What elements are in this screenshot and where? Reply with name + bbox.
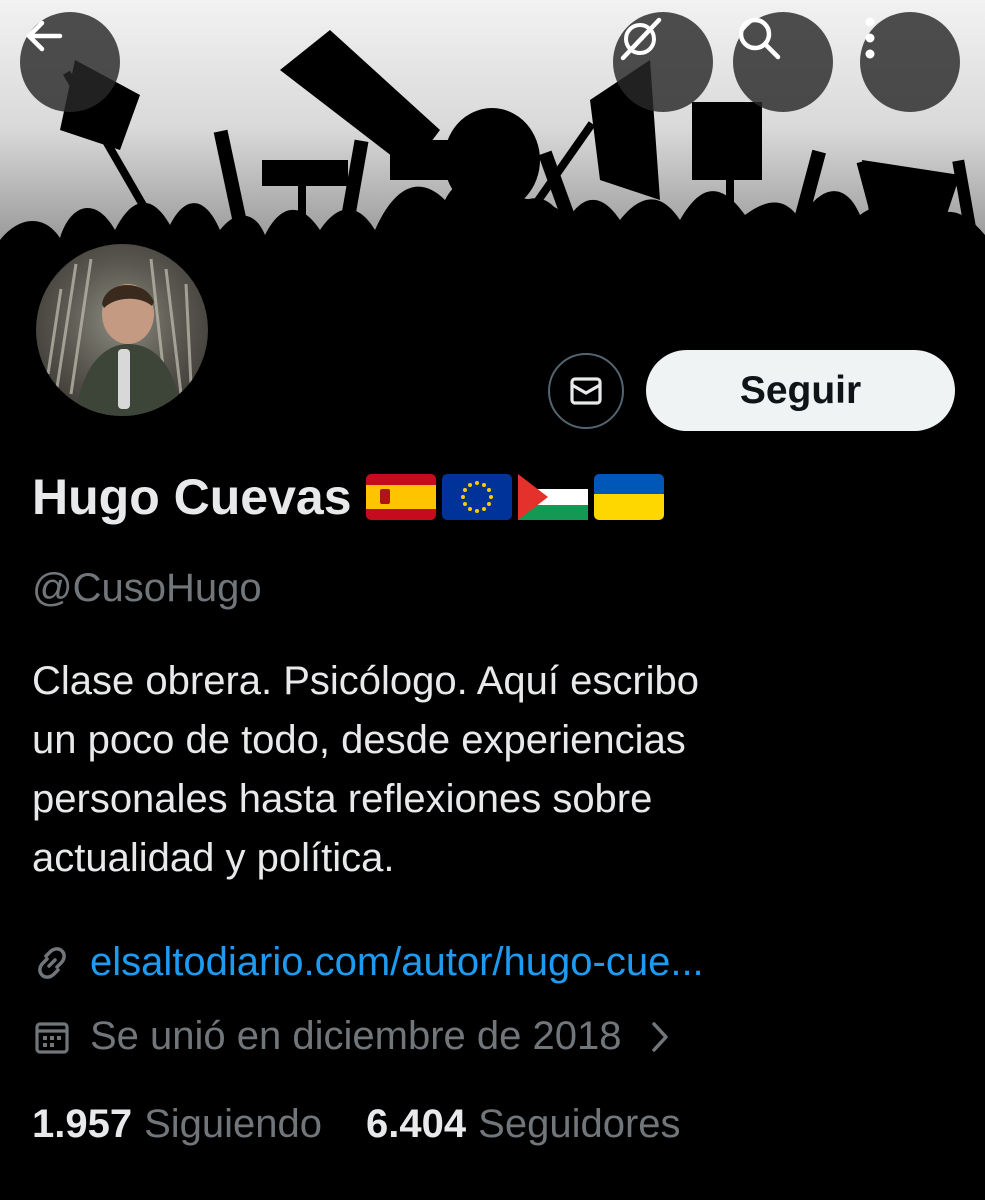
link-icon <box>38 946 66 979</box>
flag-emojis <box>365 474 664 520</box>
follow-stats: 1.957 Siguiendo 6.404 Seguidores <box>32 1102 725 1147</box>
name-row: Hugo Cuevas <box>32 465 664 529</box>
user-handle: @CusoHugo <box>32 566 262 610</box>
throne-photo-image <box>46 258 193 416</box>
following-stat[interactable]: 1.957 Siguiendo <box>32 1102 322 1147</box>
flag-palestine-icon <box>517 474 588 520</box>
followers-count: 6.404 <box>366 1102 467 1146</box>
follow-button[interactable]: Seguir <box>646 350 955 431</box>
envelope-icon <box>570 377 602 405</box>
website-link[interactable]: elsaltodiario.com/autor/hugo-cue... <box>90 940 704 985</box>
search-icon <box>738 17 781 60</box>
flag-spain-icon <box>365 474 436 520</box>
grok-slash-icon <box>620 17 662 61</box>
message-button[interactable] <box>548 353 624 429</box>
flag-ukraine-icon <box>593 474 664 520</box>
grok-button[interactable] <box>613 12 713 112</box>
profile-avatar[interactable] <box>24 232 220 428</box>
following-label: Siguiendo <box>144 1102 323 1146</box>
back-button[interactable] <box>20 12 120 112</box>
bio-line: personales hasta reflexiones sobre <box>32 777 653 821</box>
bio-line: un poco de todo, desde experiencias <box>32 718 686 762</box>
bio-line: Clase obrera. Psicólogo. Aquí escribo <box>32 659 700 703</box>
joined-date: Se unió en diciembre de 2018 <box>90 1014 622 1058</box>
website-row: elsaltodiario.com/autor/hugo-cue... <box>32 940 704 985</box>
following-count: 1.957 <box>32 1102 133 1146</box>
followers-label: Seguidores <box>478 1102 681 1146</box>
calendar-icon <box>35 1021 69 1054</box>
more-options-button[interactable] <box>860 12 960 112</box>
arrow-left-icon <box>26 20 63 52</box>
chevron-right-icon <box>652 1021 669 1052</box>
more-vertical-icon <box>865 17 875 59</box>
bio-line: actualidad y política. <box>32 836 395 880</box>
search-button[interactable] <box>733 12 833 112</box>
display-name: Hugo Cuevas <box>32 469 352 525</box>
followers-stat[interactable]: 6.404 Seguidores <box>366 1102 680 1147</box>
flag-european-union-icon <box>441 474 512 520</box>
joined-row[interactable]: Se unió en diciembre de 2018 <box>32 1014 689 1059</box>
profile-bio: Clase obrera. Psicólogo. Aquí escribo un… <box>32 652 932 888</box>
avatar-photo <box>36 244 208 416</box>
